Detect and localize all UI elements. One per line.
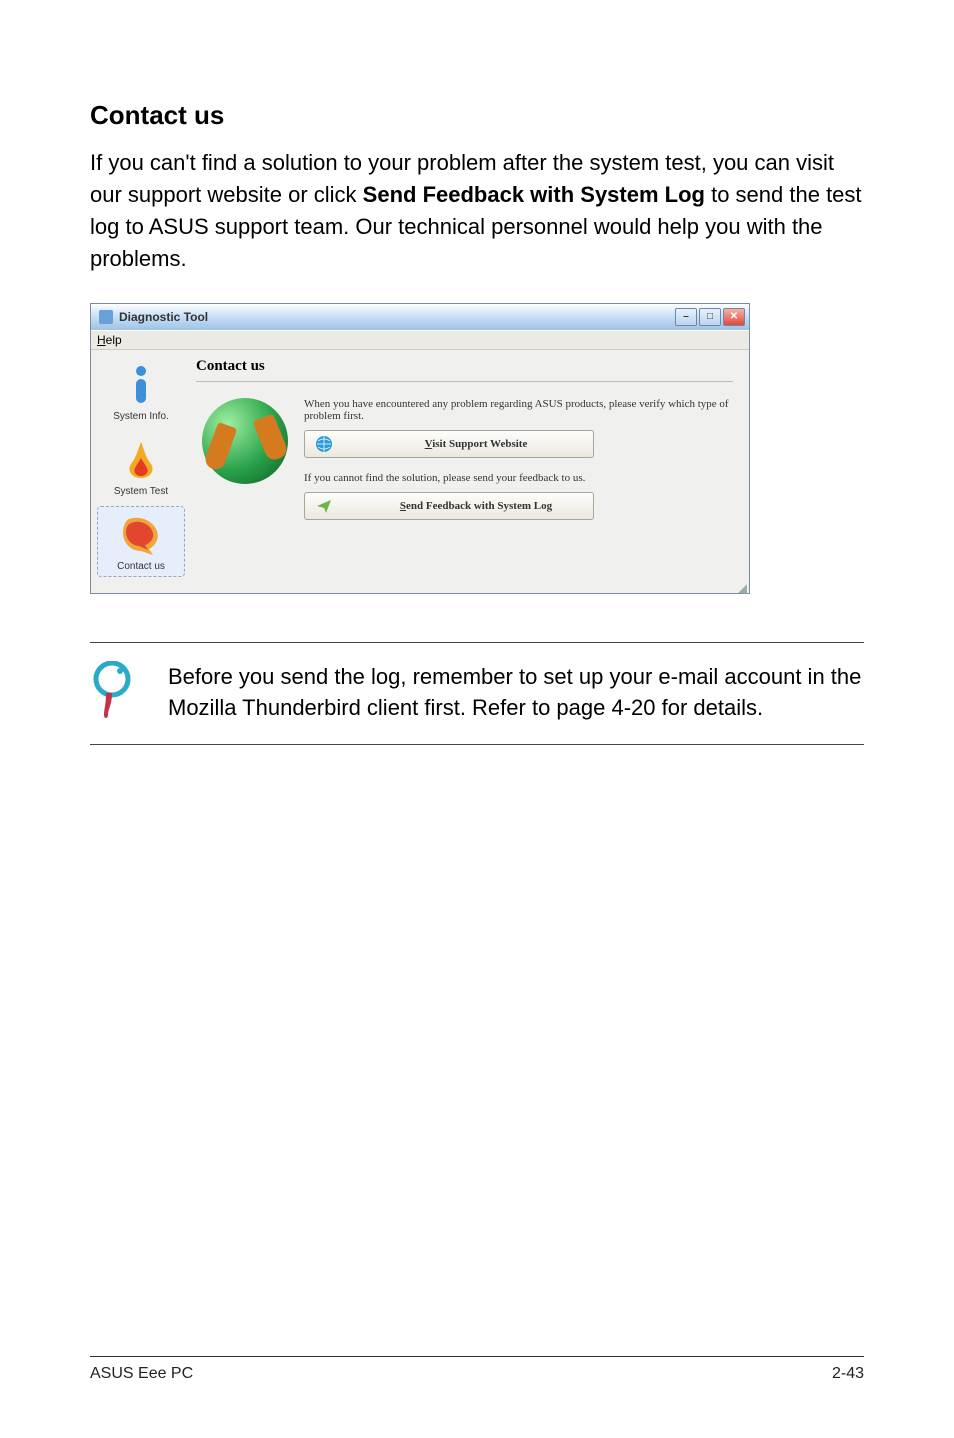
section-heading: Contact us — [90, 100, 864, 131]
menu-help[interactable]: Help — [97, 333, 122, 347]
content-right: When you have encountered any problem re… — [304, 398, 733, 534]
note-block: Before you send the log, remember to set… — [90, 642, 864, 745]
resize-grip[interactable]: ◢ — [91, 583, 749, 593]
content-pane: Contact us When you have encountered any… — [193, 356, 743, 577]
divider — [196, 381, 733, 382]
intro-paragraph: If you can't find a solution to your pro… — [90, 147, 864, 275]
sidebar-item-system-test[interactable]: System Test — [97, 431, 185, 502]
tip-icon — [90, 661, 134, 726]
content-line2: If you cannot find the solution, please … — [304, 472, 733, 484]
footer-right: 2-43 — [832, 1365, 864, 1383]
contact-icon — [117, 511, 165, 559]
sidebar-item-label: System Info. — [100, 411, 182, 422]
maximize-button[interactable]: □ — [699, 308, 721, 326]
menubar: Help — [91, 330, 749, 350]
send-icon — [315, 497, 333, 515]
sidebar-item-system-info[interactable]: System Info. — [97, 356, 185, 427]
window-titlebar: Diagnostic Tool – □ ✕ — [91, 304, 749, 330]
sidebar-item-label: System Test — [100, 486, 182, 497]
footer-left: ASUS Eee PC — [90, 1365, 193, 1383]
app-icon — [99, 310, 113, 324]
window-body: System Info. System Test — [91, 350, 749, 583]
sidebar-item-label: Contact us — [100, 561, 182, 572]
diagnostic-window: Diagnostic Tool – □ ✕ Help System Info. — [90, 303, 750, 594]
send-feedback-button[interactable]: Send Feedback with System Log — [304, 492, 594, 520]
close-button[interactable]: ✕ — [723, 308, 745, 326]
globe-icon — [202, 398, 288, 484]
test-icon — [117, 436, 165, 484]
note-text: Before you send the log, remember to set… — [168, 661, 864, 723]
content-line1: When you have encountered any problem re… — [304, 398, 733, 422]
window-title: Diagnostic Tool — [119, 310, 208, 324]
visit-support-button[interactable]: Visit Support Website — [304, 430, 594, 458]
intro-bold: Send Feedback with System Log — [363, 182, 705, 207]
sidebar-item-contact-us[interactable]: Contact us — [97, 506, 185, 577]
page-footer: ASUS Eee PC 2-43 — [90, 1356, 864, 1383]
sidebar: System Info. System Test — [97, 356, 185, 577]
info-icon — [117, 361, 165, 409]
globe-small-icon — [315, 435, 333, 453]
minimize-button[interactable]: – — [675, 308, 697, 326]
content-heading: Contact us — [196, 358, 733, 375]
